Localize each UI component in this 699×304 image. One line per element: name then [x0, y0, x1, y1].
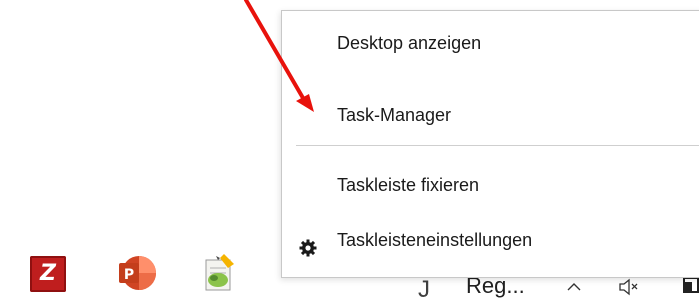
menu-item-desktop-anzeigen[interactable]: Desktop anzeigen: [282, 23, 699, 63]
menu-separator: [296, 145, 699, 146]
gear-icon: [299, 231, 317, 257]
taskbar-partial-text[interactable]: J: [418, 276, 430, 304]
filezilla-icon[interactable]: Z: [30, 256, 66, 292]
menu-item-task-manager[interactable]: Task-Manager: [282, 95, 699, 135]
powerpoint-glyph: P: [124, 267, 134, 283]
taskbar-context-menu: Desktop anzeigen Task-Manager Taskleiste…: [281, 10, 699, 278]
menu-item-taskleisteneinstellungen[interactable]: Taskleisteneinstellungen: [282, 220, 699, 260]
powerpoint-icon[interactable]: P: [116, 252, 158, 294]
menu-item-label: Task-Manager: [337, 105, 452, 125]
menu-item-label: Taskleisteneinstellungen: [337, 230, 533, 250]
edge-icon[interactable]: [682, 274, 699, 301]
chevron-up-icon[interactable]: [566, 280, 582, 298]
notepad-icon[interactable]: [200, 250, 240, 294]
menu-item-taskleiste-fixieren[interactable]: Taskleiste fixieren: [282, 165, 699, 205]
filezilla-glyph: Z: [40, 261, 56, 286]
menu-item-label: Taskleiste fixieren: [337, 175, 480, 195]
speaker-icon[interactable]: [618, 278, 640, 301]
menu-item-label: Desktop anzeigen: [337, 33, 482, 53]
screenshot-stage: Z P J Reg... Desktop anzeigen Task-Manag…: [0, 0, 699, 304]
